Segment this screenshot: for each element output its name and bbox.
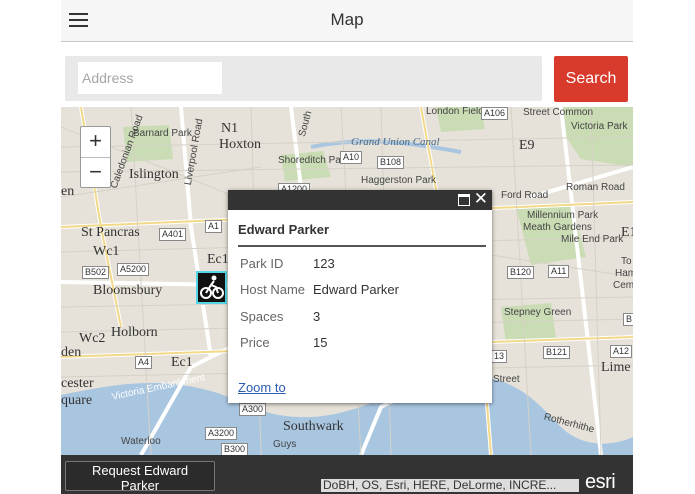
request-parking-button[interactable]: Request Edward Parker	[65, 461, 215, 493]
close-icon[interactable]: ✕	[474, 189, 488, 209]
search-button[interactable]: Search	[554, 56, 628, 102]
esri-logo: esri	[585, 471, 616, 493]
map-label: To	[621, 256, 632, 267]
map-label: quare	[61, 393, 93, 408]
top-bar: Map	[61, 0, 633, 42]
road-shield: B300	[221, 443, 249, 455]
address-search-input[interactable]	[78, 62, 222, 94]
road-shield: A106	[481, 107, 509, 120]
map-label: Grand Union Canal	[351, 136, 440, 148]
popup-header: ✕	[228, 189, 492, 210]
zoom-out-button[interactable]: −	[81, 158, 110, 188]
road-shield: A300	[239, 403, 267, 416]
map-view[interactable]: Barnard Park N1 Hoxton Islington Shoredi…	[61, 107, 633, 455]
map-label: Roman Road	[566, 182, 625, 193]
maximize-icon[interactable]	[458, 194, 470, 206]
map-label: Cem	[613, 280, 633, 291]
map-label: en	[61, 184, 75, 199]
field-label: Price	[240, 335, 270, 350]
road-shield: B	[623, 313, 633, 326]
road-shield: A401	[159, 228, 187, 241]
map-label: Bloomsbury	[93, 283, 163, 298]
map-label: London Fields	[426, 107, 489, 117]
cyclist-marker-icon[interactable]	[196, 271, 227, 304]
road-shield: B120	[507, 266, 535, 279]
bottom-bar: Request Edward Parker DoBH, OS, Esri, HE…	[61, 455, 633, 494]
map-label: Barnard Park	[133, 128, 192, 139]
road-shield: A11	[548, 265, 570, 278]
field-value: 15	[313, 335, 328, 350]
road-shield: 13	[491, 350, 508, 363]
map-label: Ford Road	[501, 190, 549, 201]
search-bar: Search	[61, 42, 633, 107]
map-label: Lime	[601, 360, 631, 375]
map-label: Wc2	[79, 331, 106, 346]
map-label: Haggerston Park	[361, 175, 437, 186]
road-shield: A5200	[117, 263, 150, 276]
road-shield: A4	[135, 356, 153, 369]
road-shield: B108	[377, 156, 405, 169]
map-label: Street Common	[523, 107, 594, 118]
map-label: Guys	[273, 439, 297, 450]
zoom-to-link[interactable]: Zoom to	[238, 380, 286, 395]
map-label: Ec1	[207, 252, 229, 267]
popup-title: Edward Parker	[238, 222, 330, 237]
zoom-in-button[interactable]: +	[81, 127, 110, 158]
map-label: Wc1	[93, 244, 120, 259]
road-shield: A3200	[205, 427, 238, 440]
map-label: Millennium Park	[527, 210, 599, 221]
map-label: Southwark	[283, 419, 344, 434]
map-label: Ham	[615, 268, 633, 279]
road-shield: A10	[340, 151, 363, 164]
map-label: Islington	[129, 167, 179, 182]
map-label: Stepney Green	[504, 307, 572, 318]
road-shield: B121	[543, 346, 571, 359]
map-label: cester	[61, 376, 94, 391]
map-label: Hoxton	[219, 137, 261, 152]
map-label: den	[61, 345, 82, 360]
divider	[238, 245, 486, 247]
field-value: 123	[313, 256, 335, 271]
road-shield: B502	[82, 266, 110, 279]
search-container	[65, 56, 542, 101]
zoom-control: + −	[80, 126, 111, 188]
map-label: E9	[519, 138, 535, 153]
field-label: Spaces	[240, 309, 284, 324]
app-frame: Map Search	[61, 0, 633, 494]
map-label: E1	[621, 225, 633, 240]
road-shield: A1	[205, 220, 223, 233]
map-label: Meath Gardens	[523, 222, 592, 233]
info-popup: ✕ Edward Parker Park ID 123 Host Name Ed…	[228, 189, 492, 403]
field-value: 3	[313, 309, 321, 324]
map-label: Street	[493, 374, 520, 385]
field-value: Edward Parker	[313, 282, 399, 297]
map-label: Holborn	[111, 325, 158, 340]
map-label: Mile End Park	[561, 234, 624, 245]
field-label: Host Name	[240, 282, 306, 297]
field-label: Park ID	[240, 256, 284, 271]
map-label: Victoria Park	[571, 121, 628, 132]
map-label: St Pancras	[81, 225, 140, 240]
map-label: N1	[221, 121, 239, 136]
page-title: Map	[330, 10, 364, 29]
road-shield: A12	[610, 345, 633, 358]
map-attribution: DoBH, OS, Esri, HERE, DeLorme, INCRE...	[321, 479, 579, 492]
map-label: Ec1	[171, 355, 193, 370]
map-label: Waterloo	[121, 436, 161, 447]
map-label: Shoreditch Park	[278, 155, 350, 166]
